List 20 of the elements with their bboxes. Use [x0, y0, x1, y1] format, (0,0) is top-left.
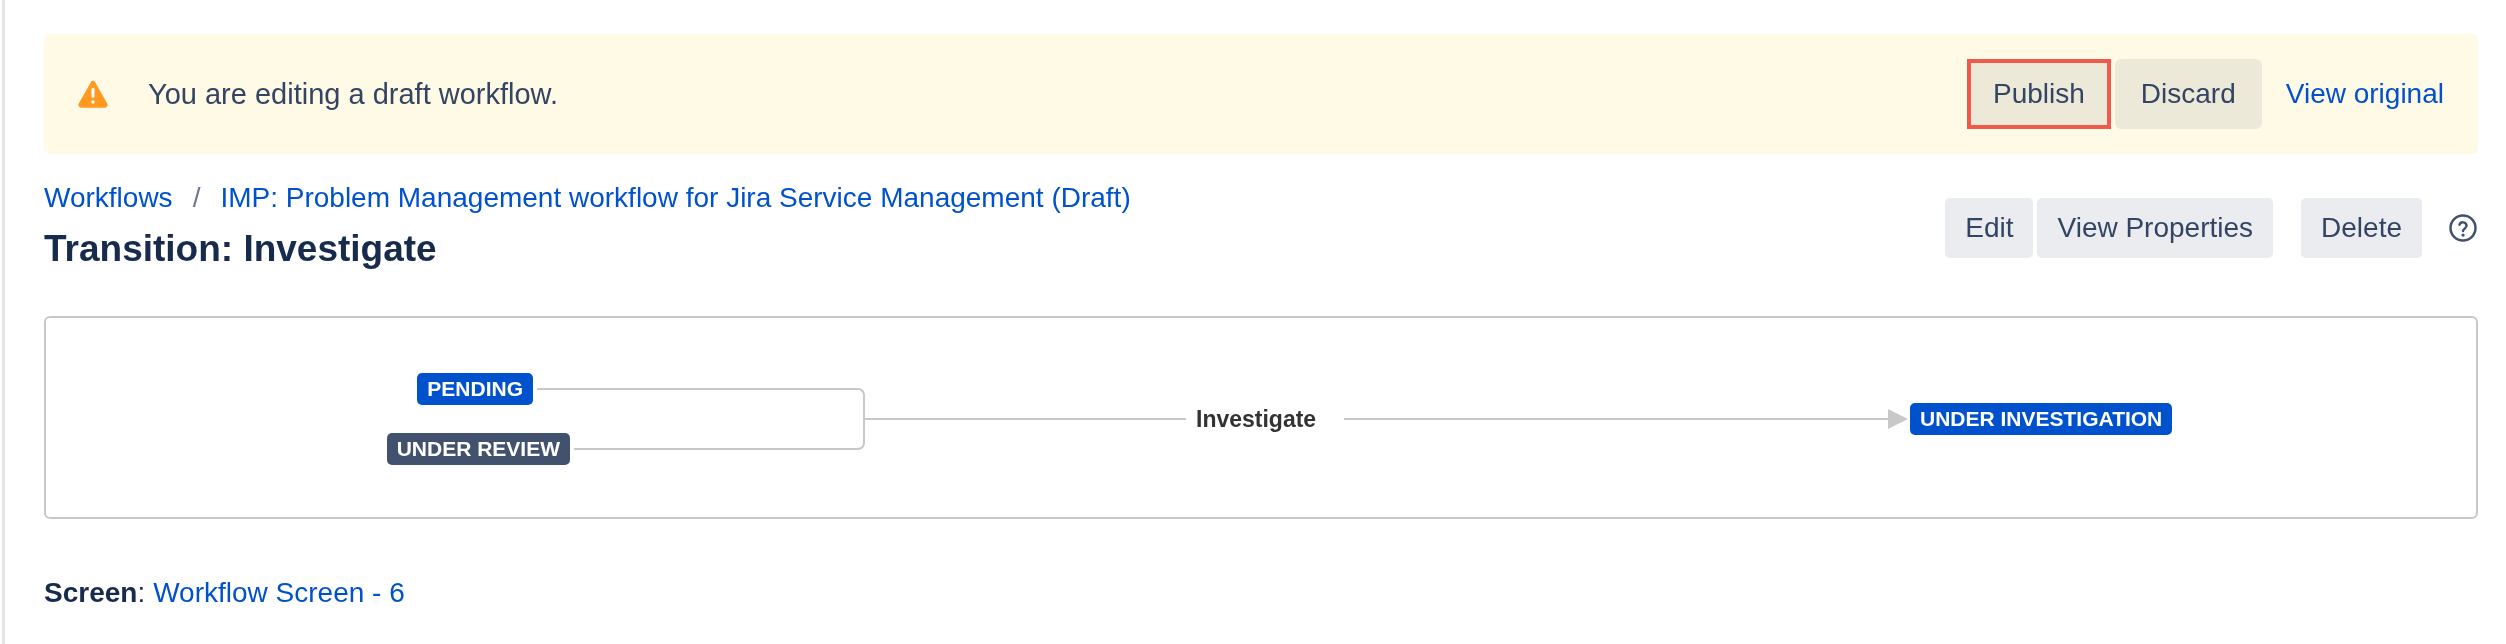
label-colon: : — [137, 577, 146, 609]
page-title: Transition: Investigate — [44, 228, 438, 270]
breadcrumb-link[interactable]: IMP: Problem Management workflow for Jira Service Management (Draft) — [220, 182, 1131, 214]
status-lozenge: PENDING — [417, 373, 533, 405]
breadcrumb-separator: / — [192, 182, 201, 214]
publish-button[interactable]: Publish — [1967, 59, 2111, 129]
action-button[interactable]: Edit — [1945, 198, 2034, 258]
status-lozenge: UNDER REVIEW — [386, 433, 570, 465]
action-button[interactable]: View Properties — [2037, 198, 2274, 258]
warning-icon — [78, 80, 108, 108]
discard-button[interactable]: Discard — [2114, 59, 2262, 129]
action-button[interactable]: Delete — [2301, 198, 2422, 258]
banner-message: You are editing a draft workflow. — [148, 77, 559, 111]
screen-link[interactable]: Workflow Screen - 6 — [153, 577, 405, 609]
screen-label: Screen — [44, 577, 138, 609]
transition-label: Investigate — [1196, 406, 1317, 433]
help-icon[interactable] — [2448, 213, 2478, 243]
breadcrumb-link[interactable]: Workflows — [44, 182, 173, 214]
view-original-link[interactable]: View original — [2285, 78, 2444, 110]
status-lozenge: UNDER INVESTIGATION — [1910, 403, 2173, 435]
